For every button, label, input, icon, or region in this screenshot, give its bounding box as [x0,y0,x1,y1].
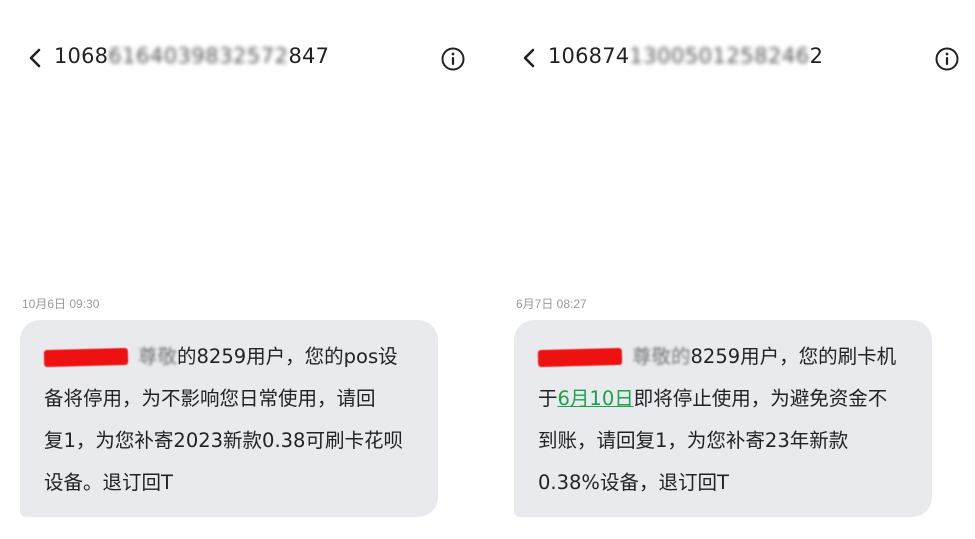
info-circle-icon[interactable] [440,46,466,72]
sender-number-obscured: 6164039832572 [108,44,289,68]
message-line: 尊敬的8259用户，您的pos设 [43,336,424,378]
sender-number-suffix: 847 [288,44,330,68]
sender-number: 10687413005012582462 [548,44,823,68]
message-line: 设备。退订回T [44,471,173,494]
message-timestamp: 10月6日 09:30 [22,297,100,311]
message-timestamp: 6月7日 08:27 [516,297,587,311]
sender-number-prefix: 106874 [548,44,630,68]
message-text: 于 [538,387,558,410]
date-link[interactable]: 6月10日 [558,387,634,410]
message-line: 0.38%设备，退订回T [538,471,729,494]
redaction-mark [43,347,129,368]
conversation-panel-right: 10687413005012582462 6月7日 08:27 尊敬的8259用… [494,0,975,539]
message-text: 即将停止使用，为避免资金不 [633,387,888,410]
conversation-header: 10686164039832572847 [26,40,487,76]
info-circle-icon[interactable] [934,46,960,72]
obscured-greeting: 尊敬的 [632,345,691,368]
obscured-greeting: 尊敬 [138,345,178,368]
conversation-panel-left: 10686164039832572847 10月6日 09:30 尊敬的8259… [0,0,487,539]
message-line: 于6月10日即将停止使用，为避免资金不 [538,378,918,420]
message-bubble[interactable]: 尊敬的8259用户，您的pos设 备将停用，为不影响您日常使用，请回 复1，为您… [20,320,438,517]
conversation-header: 10687413005012582462 [520,40,975,76]
sender-number-prefix: 1068 [54,44,109,68]
redaction-mark [537,347,623,368]
sender-number-obscured: 1300501258246 [629,44,810,68]
message-line: 尊敬的8259用户，您的刷卡机 [537,336,918,378]
message-line: 备将停用，为不影响您日常使用，请回 [44,387,376,410]
chevron-left-icon[interactable] [26,47,44,69]
chevron-left-icon[interactable] [520,47,538,69]
message-text: 8259用户，您的刷卡机 [690,345,897,368]
message-bubble[interactable]: 尊敬的8259用户，您的刷卡机 于6月10日即将停止使用，为避免资金不 到账，请… [514,320,932,517]
sender-number-suffix: 2 [809,44,824,68]
message-line: 复1，为您补寄2023新款0.38可刷卡花呗 [44,429,403,452]
message-line: 到账，请回复1，为您补寄23年新款 [538,429,849,452]
sender-number: 10686164039832572847 [54,44,329,68]
message-text: 的8259用户，您的pos设 [177,345,398,368]
